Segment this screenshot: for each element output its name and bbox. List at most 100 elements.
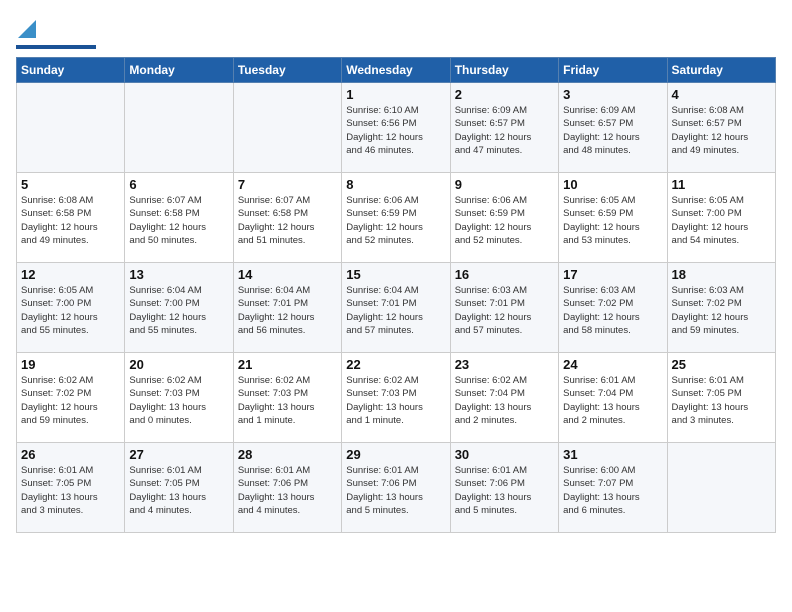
- calendar-cell: [667, 443, 775, 533]
- calendar-cell: 19Sunrise: 6:02 AM Sunset: 7:02 PM Dayli…: [17, 353, 125, 443]
- day-number: 10: [563, 177, 662, 192]
- day-info: Sunrise: 6:03 AM Sunset: 7:02 PM Dayligh…: [672, 284, 771, 337]
- calendar-cell: 5 Sunrise: 6:08 AM Sunset: 6:58 PM Daylig…: [17, 173, 125, 263]
- calendar-cell: [17, 83, 125, 173]
- calendar-cell: 21 Sunrise: 6:02 AM Sunset: 7:03 PM Dayli…: [233, 353, 341, 443]
- day-number: 13: [129, 267, 228, 282]
- day-info: Sunrise: 6:01 AM Sunset: 7:05 PM Dayligh…: [129, 464, 228, 517]
- week-row-2: 5 Sunrise: 6:08 AM Sunset: 6:58 PM Daylig…: [17, 173, 776, 263]
- header-day-friday: Friday: [559, 58, 667, 83]
- day-number: 20: [129, 357, 228, 372]
- calendar-cell: 12 Sunrise: 6:05 AM Sunset: 7:00 PM Dayli…: [17, 263, 125, 353]
- day-info: Sunrise: 6:09 AM Sunset: 6:57 PM Dayligh…: [455, 104, 554, 157]
- day-info: Sunrise: 6:08 AM Sunset: 6:57 PM Dayligh…: [672, 104, 771, 157]
- day-info: Sunrise: 6:02 AM Sunset: 7:03 PM Dayligh…: [129, 374, 228, 427]
- calendar-cell: 30 Sunrise: 6:01 AM Sunset: 7:06 PM Dayli…: [450, 443, 558, 533]
- calendar-cell: 7Sunrise: 6:07 AM Sunset: 6:58 PM Daylig…: [233, 173, 341, 263]
- day-number: 11: [672, 177, 771, 192]
- calendar-cell: 2 Sunrise: 6:09 AM Sunset: 6:57 PM Daylig…: [450, 83, 558, 173]
- day-info: Sunrise: 6:04 AM Sunset: 7:01 PM Dayligh…: [346, 284, 445, 337]
- day-number: 5: [21, 177, 120, 192]
- day-info: Sunrise: 6:02 AM Sunset: 7:03 PM Dayligh…: [346, 374, 445, 427]
- calendar-cell: 17 Sunrise: 6:03 AM Sunset: 7:02 PM Dayli…: [559, 263, 667, 353]
- page-header: [16, 16, 776, 49]
- day-number: 3: [563, 87, 662, 102]
- day-info: Sunrise: 6:07 AM Sunset: 6:58 PM Dayligh…: [129, 194, 228, 247]
- calendar-cell: [233, 83, 341, 173]
- header-day-thursday: Thursday: [450, 58, 558, 83]
- day-info: Sunrise: 6:04 AM Sunset: 7:01 PM Dayligh…: [238, 284, 337, 337]
- header-day-monday: Monday: [125, 58, 233, 83]
- calendar-cell: 24 Sunrise: 6:01 AM Sunset: 7:04 PM Dayli…: [559, 353, 667, 443]
- calendar-cell: 3 Sunrise: 6:09 AM Sunset: 6:57 PM Daylig…: [559, 83, 667, 173]
- calendar-table: SundayMondayTuesdayWednesdayThursdayFrid…: [16, 57, 776, 533]
- logo-bar: [16, 45, 96, 49]
- week-row-4: 19Sunrise: 6:02 AM Sunset: 7:02 PM Dayli…: [17, 353, 776, 443]
- calendar-cell: 29 Sunrise: 6:01 AM Sunset: 7:06 PM Dayli…: [342, 443, 450, 533]
- calendar-cell: 6 Sunrise: 6:07 AM Sunset: 6:58 PM Daylig…: [125, 173, 233, 263]
- calendar-cell: 20 Sunrise: 6:02 AM Sunset: 7:03 PM Dayli…: [125, 353, 233, 443]
- week-row-1: 1 Sunrise: 6:10 AM Sunset: 6:56 PM Daylig…: [17, 83, 776, 173]
- day-info: Sunrise: 6:06 AM Sunset: 6:59 PM Dayligh…: [346, 194, 445, 247]
- day-info: Sunrise: 6:02 AM Sunset: 7:03 PM Dayligh…: [238, 374, 337, 427]
- day-number: 21: [238, 357, 337, 372]
- day-number: 14: [238, 267, 337, 282]
- calendar-cell: 11 Sunrise: 6:05 AM Sunset: 7:00 PM Dayli…: [667, 173, 775, 263]
- day-info: Sunrise: 6:07 AM Sunset: 6:58 PM Dayligh…: [238, 194, 337, 247]
- calendar-cell: 27 Sunrise: 6:01 AM Sunset: 7:05 PM Dayli…: [125, 443, 233, 533]
- day-info: Sunrise: 6:04 AM Sunset: 7:00 PM Dayligh…: [129, 284, 228, 337]
- day-number: 30: [455, 447, 554, 462]
- calendar-cell: [125, 83, 233, 173]
- day-info: Sunrise: 6:10 AM Sunset: 6:56 PM Dayligh…: [346, 104, 445, 157]
- header-row: SundayMondayTuesdayWednesdayThursdayFrid…: [17, 58, 776, 83]
- day-info: Sunrise: 6:05 AM Sunset: 7:00 PM Dayligh…: [21, 284, 120, 337]
- calendar-cell: 31Sunrise: 6:00 AM Sunset: 7:07 PM Dayli…: [559, 443, 667, 533]
- day-number: 2: [455, 87, 554, 102]
- day-info: Sunrise: 6:01 AM Sunset: 7:04 PM Dayligh…: [563, 374, 662, 427]
- day-number: 6: [129, 177, 228, 192]
- logo-triangle-icon: [18, 20, 36, 38]
- day-info: Sunrise: 6:03 AM Sunset: 7:01 PM Dayligh…: [455, 284, 554, 337]
- day-info: Sunrise: 6:06 AM Sunset: 6:59 PM Dayligh…: [455, 194, 554, 247]
- day-number: 9: [455, 177, 554, 192]
- day-number: 18: [672, 267, 771, 282]
- week-row-3: 12 Sunrise: 6:05 AM Sunset: 7:00 PM Dayli…: [17, 263, 776, 353]
- calendar-cell: 13 Sunrise: 6:04 AM Sunset: 7:00 PM Dayli…: [125, 263, 233, 353]
- calendar-cell: 15 Sunrise: 6:04 AM Sunset: 7:01 PM Dayli…: [342, 263, 450, 353]
- day-info: Sunrise: 6:00 AM Sunset: 7:07 PM Dayligh…: [563, 464, 662, 517]
- day-number: 12: [21, 267, 120, 282]
- day-number: 16: [455, 267, 554, 282]
- calendar-cell: 16 Sunrise: 6:03 AM Sunset: 7:01 PM Dayli…: [450, 263, 558, 353]
- day-number: 29: [346, 447, 445, 462]
- calendar-cell: 14 Sunrise: 6:04 AM Sunset: 7:01 PM Dayli…: [233, 263, 341, 353]
- calendar-cell: 4 Sunrise: 6:08 AM Sunset: 6:57 PM Daylig…: [667, 83, 775, 173]
- day-info: Sunrise: 6:01 AM Sunset: 7:06 PM Dayligh…: [455, 464, 554, 517]
- header-day-sunday: Sunday: [17, 58, 125, 83]
- day-number: 28: [238, 447, 337, 462]
- day-info: Sunrise: 6:02 AM Sunset: 7:04 PM Dayligh…: [455, 374, 554, 427]
- day-info: Sunrise: 6:01 AM Sunset: 7:05 PM Dayligh…: [672, 374, 771, 427]
- calendar-cell: 8Sunrise: 6:06 AM Sunset: 6:59 PM Daylig…: [342, 173, 450, 263]
- day-info: Sunrise: 6:03 AM Sunset: 7:02 PM Dayligh…: [563, 284, 662, 337]
- day-number: 4: [672, 87, 771, 102]
- day-info: Sunrise: 6:01 AM Sunset: 7:05 PM Dayligh…: [21, 464, 120, 517]
- calendar-cell: 26Sunrise: 6:01 AM Sunset: 7:05 PM Dayli…: [17, 443, 125, 533]
- day-info: Sunrise: 6:05 AM Sunset: 6:59 PM Dayligh…: [563, 194, 662, 247]
- day-number: 24: [563, 357, 662, 372]
- day-number: 1: [346, 87, 445, 102]
- day-number: 17: [563, 267, 662, 282]
- day-number: 19: [21, 357, 120, 372]
- day-info: Sunrise: 6:08 AM Sunset: 6:58 PM Dayligh…: [21, 194, 120, 247]
- day-info: Sunrise: 6:01 AM Sunset: 7:06 PM Dayligh…: [346, 464, 445, 517]
- header-day-tuesday: Tuesday: [233, 58, 341, 83]
- day-info: Sunrise: 6:05 AM Sunset: 7:00 PM Dayligh…: [672, 194, 771, 247]
- calendar-cell: 18 Sunrise: 6:03 AM Sunset: 7:02 PM Dayli…: [667, 263, 775, 353]
- header-day-saturday: Saturday: [667, 58, 775, 83]
- day-number: 23: [455, 357, 554, 372]
- day-info: Sunrise: 6:09 AM Sunset: 6:57 PM Dayligh…: [563, 104, 662, 157]
- day-number: 15: [346, 267, 445, 282]
- day-number: 27: [129, 447, 228, 462]
- calendar-cell: 9 Sunrise: 6:06 AM Sunset: 6:59 PM Daylig…: [450, 173, 558, 263]
- calendar-cell: 1 Sunrise: 6:10 AM Sunset: 6:56 PM Daylig…: [342, 83, 450, 173]
- logo: [16, 16, 96, 49]
